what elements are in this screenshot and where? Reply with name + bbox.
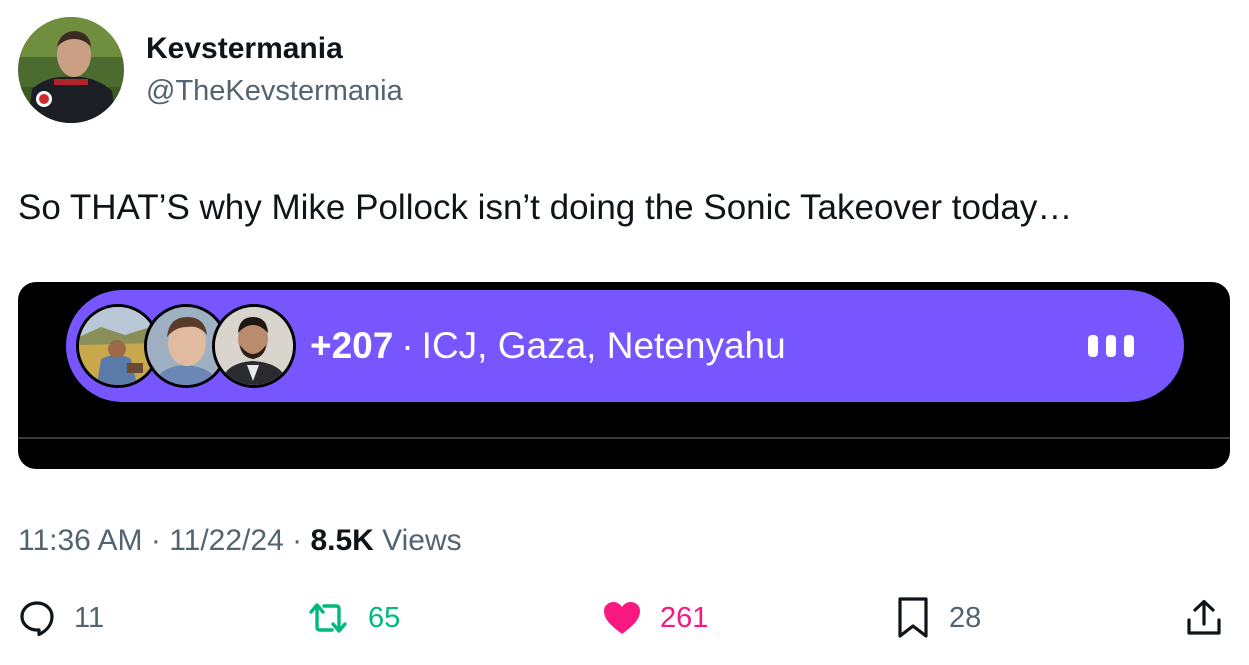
like-button[interactable]: 261: [602, 590, 708, 646]
space-card[interactable]: +207 · ICJ, Gaza, Netenyahu: [18, 282, 1230, 469]
views-label: Views: [373, 524, 462, 557]
views-count[interactable]: 8.5K: [310, 524, 373, 557]
speaker-avatar: [212, 304, 296, 388]
bookmark-count: 28: [949, 601, 982, 634]
tweet-meta: 11:36 AM · 11/22/24 · 8.5K Views: [18, 520, 462, 562]
audio-equalizer-icon: [1088, 335, 1134, 357]
meta-separator: ·: [283, 524, 311, 557]
action-bar: 11 65 261 28: [0, 590, 1249, 646]
space-title: ICJ, Gaza, Netenyahu: [421, 325, 786, 366]
space-separator: ·: [401, 325, 414, 366]
author-names: Kevstermania @TheKevstermania: [146, 31, 403, 109]
author-display-name[interactable]: Kevstermania: [146, 31, 403, 67]
retweet-button[interactable]: 65: [306, 590, 400, 646]
space-pill[interactable]: +207 · ICJ, Gaza, Netenyahu: [66, 290, 1184, 402]
meta-separator: ·: [142, 524, 170, 557]
share-icon: [1187, 599, 1221, 635]
space-info: +207 · ICJ, Gaza, Netenyahu: [310, 324, 786, 368]
retweet-icon: [309, 603, 347, 633]
card-divider: [18, 437, 1230, 439]
share-button[interactable]: [1184, 590, 1224, 646]
reply-icon: [20, 601, 54, 637]
tweet-date[interactable]: 11/22/24: [169, 524, 284, 557]
author-handle[interactable]: @TheKevstermania: [146, 73, 403, 109]
tweet-header: Kevstermania @TheKevstermania: [18, 16, 403, 124]
bookmark-button[interactable]: 28: [895, 590, 981, 646]
like-count: 261: [660, 601, 709, 634]
space-listener-count: +207: [310, 325, 394, 366]
reply-count: 11: [74, 601, 105, 634]
tweet-time[interactable]: 11:36 AM: [18, 524, 143, 557]
author-avatar[interactable]: [18, 17, 124, 123]
reply-button[interactable]: 11: [18, 590, 104, 646]
heart-icon: [604, 602, 640, 634]
tweet-text: So THAT’S why Mike Pollock isn’t doing t…: [18, 188, 1073, 227]
bookmark-icon: [898, 597, 928, 638]
retweet-count: 65: [368, 601, 401, 634]
